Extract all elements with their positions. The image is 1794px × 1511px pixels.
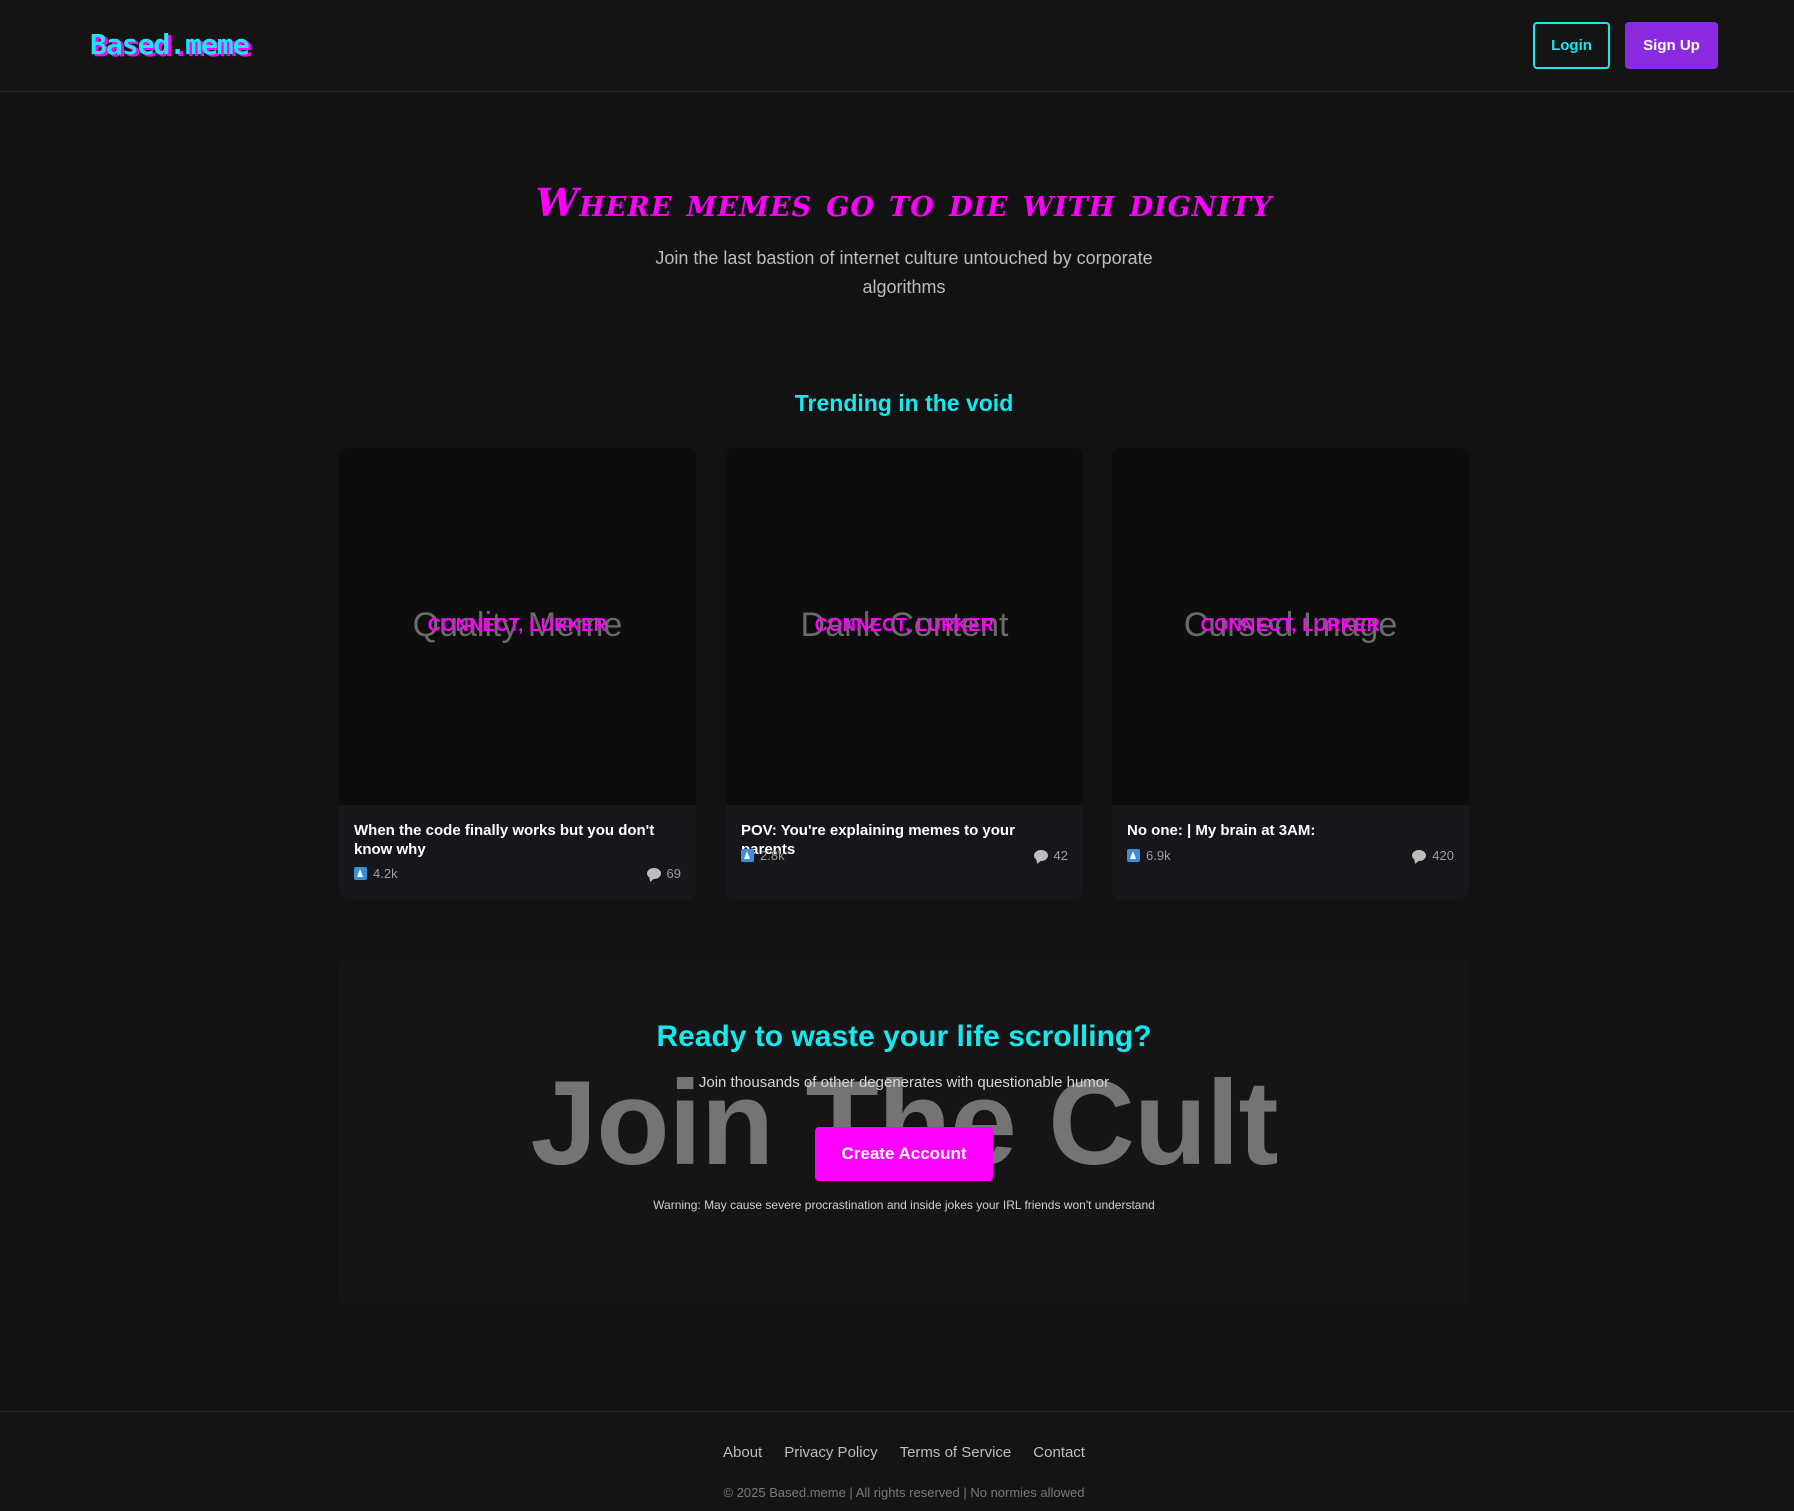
login-button[interactable]: Login [1533,22,1610,69]
comment-icon [646,868,661,879]
cta-warning: Warning: May cause severe procrastinatio… [653,1198,1155,1212]
upvote-stat[interactable]: 2.8k [741,848,785,863]
upvote-icon [354,867,367,880]
comment-icon [1033,850,1048,861]
cta-subtitle: Join thousands of other degenerates with… [698,1074,1110,1091]
comment-icon [1412,850,1427,861]
footer-links: About Privacy Policy Terms of Service Co… [0,1444,1794,1461]
meme-title[interactable]: No one: | My brain at 3AM: [1127,821,1452,840]
upvote-stat[interactable]: 4.2k [354,866,398,881]
meme-card[interactable]: Dank Content CONNECT, LURKER POV: You're… [726,448,1083,900]
site-logo[interactable]: Based.meme [90,28,250,61]
meme-image-placeholder[interactable]: Cursed Image CONNECT, LURKER [1112,448,1469,805]
comment-count: 420 [1432,848,1454,863]
footer-link-about[interactable]: About [723,1444,762,1461]
meme-overlay-text: CONNECT, LURKER [1200,615,1381,635]
meme-image-placeholder[interactable]: Quality Meme CONNECT, LURKER [339,448,696,805]
meme-title[interactable]: When the code finally works but you don'… [354,821,679,859]
site-header: Based.meme Login Sign Up [0,0,1794,92]
footer-link-contact[interactable]: Contact [1033,1444,1085,1461]
meme-stats: 2.8k 42 [741,848,1068,863]
site-footer: About Privacy Policy Terms of Service Co… [0,1411,1794,1511]
create-account-button[interactable]: Create Account [815,1127,993,1181]
hero-subtitle: Join the last bastion of internet cultur… [655,248,1153,297]
meme-card[interactable]: Quality Meme CONNECT, LURKER When the co… [339,448,696,900]
footer-link-privacy[interactable]: Privacy Policy [784,1444,877,1461]
comment-stat[interactable]: 69 [646,866,681,881]
upvote-count: 2.8k [760,848,785,863]
meme-image-placeholder[interactable]: Dank Content CONNECT, LURKER [726,448,1083,805]
upvote-icon [1127,849,1140,862]
upvote-count: 6.9k [1146,848,1171,863]
comment-count: 42 [1053,848,1068,863]
meme-card[interactable]: Cursed Image CONNECT, LURKER No one: | M… [1112,448,1469,900]
meme-overlay-text: CONNECT, LURKER [814,615,995,635]
meme-overlay-text: CONNECT, LURKER [427,615,608,635]
upvote-stat[interactable]: 6.9k [1127,848,1171,863]
comment-stat[interactable]: 420 [1412,848,1454,863]
cta-title: Ready to waste your life scrolling? [656,1020,1152,1053]
comment-count: 69 [666,866,681,881]
meme-stats: 4.2k 69 [354,866,681,881]
comment-stat[interactable]: 42 [1033,848,1068,863]
upvote-icon [741,849,754,862]
footer-copyright: © 2025 Based.meme | All rights reserved … [723,1485,1085,1500]
hero-title: Where memes go to die with dignity [535,180,1273,225]
meme-stats: 6.9k 420 [1127,848,1454,863]
upvote-count: 4.2k [373,866,398,881]
signup-button[interactable]: Sign Up [1625,22,1718,69]
footer-link-terms[interactable]: Terms of Service [900,1444,1012,1461]
trending-title: Trending in the void [794,390,1014,416]
